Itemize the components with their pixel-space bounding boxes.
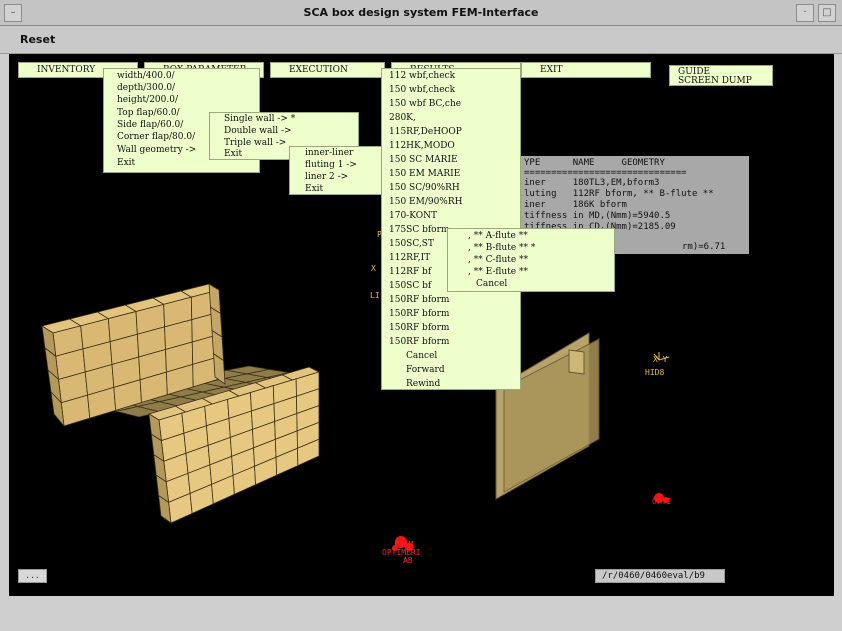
menu-item-b-flute[interactable]: , ** B-flute ** *: [448, 242, 614, 254]
results-item[interactable]: 115RF,DeHOOP: [382, 126, 520, 138]
scene-label-x: X: [371, 264, 376, 273]
box-model: [41, 283, 321, 524]
results-item[interactable]: 112HK,MODO: [382, 140, 520, 152]
more-button[interactable]: ...: [18, 569, 47, 583]
scene-label-li: LI: [370, 291, 380, 300]
liner-menu: inner-liner fluting 1 -> liner 2 -> Exit: [289, 146, 384, 195]
menu-bar: Reset: [0, 26, 842, 54]
fem-canvas[interactable]: INVENTORY BOX PARAMETER EXECUTION RESULT…: [9, 54, 834, 596]
minimize-button[interactable]: ·: [796, 4, 814, 22]
results-item[interactable]: 150 EM/90%RH: [382, 196, 520, 208]
results-item[interactable]: 112 wbf,check: [382, 70, 520, 82]
results-item[interactable]: 150RF bform: [382, 294, 520, 306]
results-forward-button[interactable]: Forward: [382, 364, 520, 376]
menu-item-e-flute[interactable]: , ** E-flute **: [448, 266, 614, 278]
optimize-label-2: OPTIMERI: [382, 548, 421, 557]
results-item[interactable]: 150RF bform: [382, 336, 520, 348]
maximize-button[interactable]: □: [818, 4, 836, 22]
menu-item-depth[interactable]: depth/300.0/: [104, 82, 259, 94]
results-item[interactable]: 150RF bform: [382, 322, 520, 334]
results-item[interactable]: 150 SC/90%RH: [382, 182, 520, 194]
window-title: SCA box design system FEM-Interface: [303, 6, 539, 19]
info-line: rm)=6.71: [682, 242, 726, 252]
menu-item-cancel[interactable]: Cancel: [448, 278, 614, 290]
optimize-label-3: AB: [403, 556, 413, 565]
results-item[interactable]: 150 wbf,check: [382, 84, 520, 96]
menu-item-a-flute[interactable]: , ** A-flute **: [448, 230, 614, 242]
results-item[interactable]: 150 SC MARIE: [382, 154, 520, 166]
results-item[interactable]: 170-KONT: [382, 210, 520, 222]
menu-item-double-wall[interactable]: Double wall ->: [210, 125, 358, 137]
menu-item-liner[interactable]: liner 2 ->: [290, 171, 383, 183]
menu-item-c-flute[interactable]: , ** C-flute **: [448, 254, 614, 266]
title-bar: – SCA box design system FEM-Interface · …: [0, 0, 842, 26]
info-line: luting 112RF bform, ** B-flute **: [524, 189, 714, 199]
menu-item-height[interactable]: height/200.0/: [104, 94, 259, 106]
hid8-label: HID8: [645, 368, 665, 377]
menu-item-fluting[interactable]: fluting 1 ->: [290, 159, 383, 171]
info-line: iner 180TL3,EM,bform3: [524, 178, 660, 188]
menu-item-width[interactable]: width/400.0/: [104, 70, 259, 82]
flute-menu: , ** A-flute ** , ** B-flute ** * , ** C…: [447, 228, 615, 292]
results-item[interactable]: 150RF bform: [382, 308, 520, 320]
path-field[interactable]: /r/0460/0460eval/b9: [595, 569, 725, 583]
results-rewind-button[interactable]: Rewind: [382, 378, 520, 390]
opti-label: OPTI: [652, 497, 672, 506]
menu-item-exit[interactable]: Exit: [290, 183, 383, 195]
reset-button[interactable]: Reset: [20, 33, 55, 46]
results-cancel-button[interactable]: Cancel: [382, 350, 520, 362]
results-item[interactable]: 280K,: [382, 112, 520, 124]
status-area: [0, 596, 842, 631]
menu-item-single-wall[interactable]: Single wall -> *: [210, 113, 358, 125]
info-line: iner 186K bform: [524, 200, 627, 210]
info-line: tiffness in MD,(Nmm)=5940.5: [524, 211, 671, 221]
results-item[interactable]: 150 wbf BC,che: [382, 98, 520, 110]
menu-item-inner-liner[interactable]: inner-liner: [290, 147, 383, 159]
results-item[interactable]: 150 EM MARIE: [382, 168, 520, 180]
axis-xy-label: X Y: [653, 355, 668, 364]
